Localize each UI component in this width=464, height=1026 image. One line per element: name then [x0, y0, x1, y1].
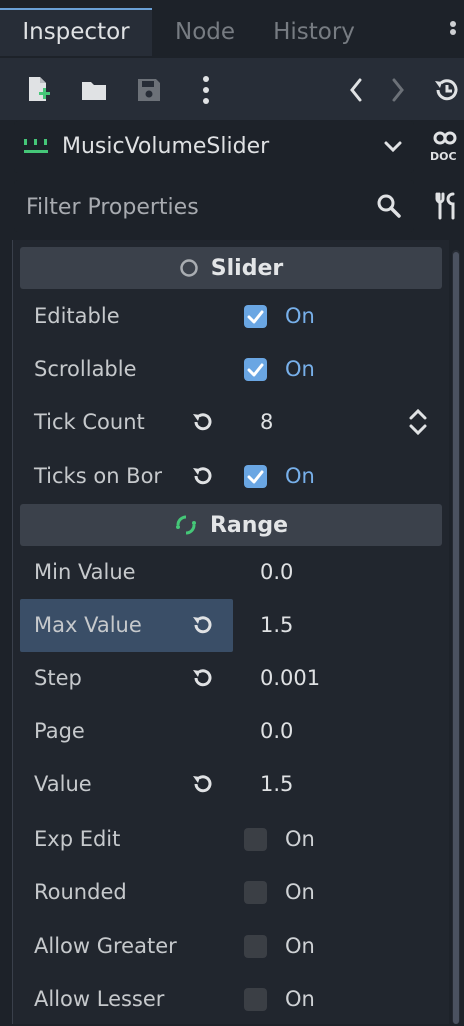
step-field[interactable]: 0.001 [260, 652, 320, 705]
tab-bar: Inspector Node History [0, 0, 464, 56]
scrollable-checkbox[interactable] [244, 358, 267, 381]
save-icon[interactable] [133, 74, 165, 106]
more-tabs-icon[interactable] [446, 20, 460, 48]
prop-row-ticks-on-borders: Ticks on Bor On [20, 450, 442, 503]
revert-icon[interactable] [190, 410, 214, 434]
section-range-title: Range [209, 512, 289, 538]
rounded-checkbox[interactable] [244, 881, 267, 904]
prop-label: Editable [34, 304, 120, 328]
section-range[interactable]: Range [20, 504, 442, 546]
max-value-field[interactable]: 1.5 [260, 599, 293, 652]
page-field[interactable]: 0.0 [260, 705, 293, 758]
prop-label: Value [34, 772, 92, 796]
prop-row-rounded: Rounded On [20, 866, 442, 919]
tab-inspector[interactable]: Inspector [0, 8, 152, 56]
svg-text:DOC: DOC [430, 150, 457, 163]
node-selector[interactable]: MusicVolumeSlider [14, 121, 414, 173]
prop-row-step: Step 0.001 [20, 652, 442, 705]
exp-edit-checkbox-label[interactable]: On [285, 813, 315, 866]
ticks-on-borders-checkbox-label[interactable]: On [285, 450, 315, 503]
prop-label: Max Value [34, 613, 142, 637]
prop-label: Allow Greater [34, 934, 177, 958]
prop-label: Scrollable [34, 357, 137, 381]
forward-icon[interactable] [382, 74, 414, 106]
revert-icon[interactable] [190, 464, 214, 488]
prop-label: Tick Count [34, 410, 145, 434]
prop-label: Exp Edit [34, 827, 121, 851]
prop-row-scrollable: Scrollable On [20, 343, 442, 396]
filter-properties-input[interactable] [24, 180, 368, 234]
prop-label: Allow Lesser [34, 987, 165, 1011]
editable-checkbox-label[interactable]: On [285, 290, 315, 343]
allow-lesser-checkbox[interactable] [244, 988, 267, 1011]
tab-node[interactable]: Node [155, 8, 255, 56]
tab-history[interactable]: History [258, 8, 370, 56]
filter-bar [14, 180, 414, 234]
history-icon[interactable] [430, 74, 462, 106]
spinner-updown-icon[interactable] [408, 408, 428, 440]
prop-row-min-value: Min Value 0.0 [20, 546, 442, 599]
prop-label: Ticks on Bor [34, 464, 163, 488]
prop-row-value: Value 1.5 [20, 758, 442, 811]
scrollbar-thumb[interactable] [453, 252, 459, 1024]
revert-icon[interactable] [190, 772, 214, 796]
back-icon[interactable] [340, 74, 372, 106]
exp-edit-checkbox[interactable] [244, 828, 267, 851]
allow-greater-checkbox[interactable] [244, 935, 267, 958]
tick-count-value[interactable]: 8 [260, 396, 273, 449]
prop-row-page: Page 0.0 [20, 705, 442, 758]
tools-icon[interactable] [434, 192, 460, 224]
prop-row-exp-edit: Exp Edit On [20, 813, 442, 866]
prop-label: Page [34, 719, 85, 743]
search-icon [376, 193, 402, 223]
open-folder-icon[interactable] [78, 74, 110, 106]
revert-icon[interactable] [190, 666, 214, 690]
prop-row-tick-count: Tick Count 8 [20, 396, 442, 449]
scrollable-checkbox-label[interactable]: On [285, 343, 315, 396]
hslider-node-icon [22, 137, 50, 161]
new-resource-icon[interactable] [22, 74, 54, 106]
allow-greater-checkbox-label[interactable]: On [285, 920, 315, 973]
prop-row-allow-greater: Allow Greater On [20, 920, 442, 973]
prop-label: Step [34, 666, 82, 690]
chevron-down-icon[interactable] [384, 139, 402, 158]
prop-label: Rounded [34, 880, 127, 904]
prop-row-max-value: Max Value 1.5 [20, 599, 442, 652]
prop-label: Min Value [34, 560, 136, 584]
doc-icon[interactable]: DOC [428, 130, 462, 168]
rounded-checkbox-label[interactable]: On [285, 866, 315, 919]
revert-icon[interactable] [190, 613, 214, 637]
section-slider[interactable]: Slider [20, 247, 442, 289]
value-field[interactable]: 1.5 [260, 758, 293, 811]
allow-lesser-checkbox-label[interactable]: On [285, 973, 315, 1026]
min-value-field[interactable]: 0.0 [260, 546, 293, 599]
prop-row-editable: Editable On [20, 290, 442, 343]
editable-checkbox[interactable] [244, 305, 267, 328]
inspector-toolbar [0, 58, 464, 120]
range-icon [174, 513, 198, 537]
ticks-on-borders-checkbox[interactable] [244, 465, 267, 488]
prop-row-allow-lesser: Allow Lesser On [20, 973, 442, 1026]
more-vert-icon[interactable] [190, 74, 222, 106]
section-slider-title: Slider [210, 255, 284, 281]
circle-icon [179, 258, 199, 278]
node-name: MusicVolumeSlider [62, 134, 270, 159]
